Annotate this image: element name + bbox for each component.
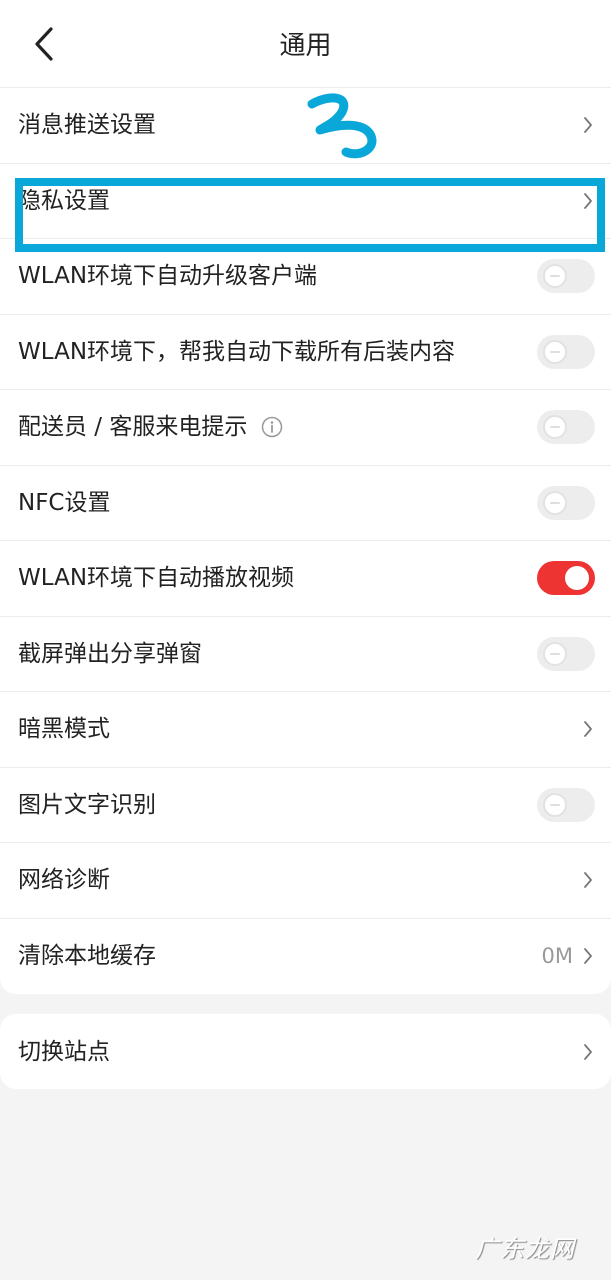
chevron-right-icon-wrap <box>581 114 595 136</box>
settings-row: WLAN环境下自动播放视频 <box>0 541 611 617</box>
settings-row-control <box>581 114 595 136</box>
settings-row: NFC设置 <box>0 466 611 541</box>
settings-row: WLAN环境下自动升级客户端 <box>0 239 611 315</box>
settings-row-control <box>537 259 595 294</box>
chevron-right-icon-wrap <box>581 869 595 891</box>
settings-row-control <box>581 1041 595 1063</box>
settings-row-control <box>537 561 595 596</box>
chevron-right-icon-wrap <box>581 718 595 740</box>
settings-row-label: WLAN环境下自动播放视频 <box>18 565 295 592</box>
toggle-switch-off[interactable] <box>537 636 595 671</box>
settings-row[interactable]: 清除本地缓存 0M <box>0 919 611 995</box>
toggle-knob <box>543 415 567 440</box>
settings-row-control: 0M <box>542 944 595 968</box>
cache-size-value: 0M <box>541 944 573 969</box>
settings-row-label: 截屏弹出分享弹窗 <box>18 640 202 667</box>
chevron-right-icon <box>584 192 592 209</box>
chevron-right-icon <box>584 721 592 738</box>
settings-row-label: 配送员 / 客服来电提示 <box>18 414 248 441</box>
toggle-switch-off[interactable] <box>537 787 595 822</box>
settings-row-control <box>581 869 595 891</box>
toggle-switch-off[interactable] <box>537 334 595 369</box>
toggle-knob <box>543 339 567 364</box>
watermark-text: 广东龙网 <box>475 1235 575 1263</box>
chevron-right-icon <box>584 117 592 134</box>
page-title: 通用 <box>279 31 332 61</box>
settings-row-control <box>537 787 595 822</box>
toggle-knob <box>543 490 567 515</box>
settings-row-label: 图片文字识别 <box>18 791 156 818</box>
settings-row[interactable]: 网络诊断 <box>0 843 611 919</box>
toggle-knob <box>543 264 567 289</box>
toggle-switch-on[interactable] <box>537 561 595 596</box>
settings-row-label: 清除本地缓存 <box>18 943 156 970</box>
settings-row: 配送员 / 客服来电提示 <box>0 390 611 466</box>
settings-row: WLAN环境下，帮我自动下载所有后装内容 <box>0 315 611 390</box>
settings-row-label: 暗黑模式 <box>18 716 110 743</box>
settings-row-control <box>537 636 595 671</box>
settings-row-control <box>537 485 595 520</box>
settings-row: 图片文字识别 <box>0 768 611 843</box>
settings-row[interactable]: 隐私设置 <box>0 164 611 239</box>
general-settings-list: 消息推送设置 隐私设置 WLAN环境下自动升级客户端 WLAN环境下，帮我自动下载所有… <box>0 88 611 994</box>
settings-row[interactable]: 切换站点 <box>0 1014 611 1089</box>
nav-header: 通用 <box>0 0 611 88</box>
toggle-knob <box>543 792 567 817</box>
toggle-switch-off[interactable] <box>537 485 595 520</box>
chevron-right-icon <box>584 948 592 965</box>
toggle-knob <box>543 641 567 666</box>
settings-row-label: 网络诊断 <box>18 867 110 894</box>
toggle-switch-off[interactable] <box>537 259 595 294</box>
toggle-switch-off[interactable] <box>537 410 595 445</box>
settings-row-label: 消息推送设置 <box>18 112 156 139</box>
toggle-knob <box>565 566 589 591</box>
settings-row-label: WLAN环境下，帮我自动下载所有后装内容 <box>18 338 456 365</box>
settings-row-control <box>537 334 595 369</box>
settings-row[interactable]: 暗黑模式 <box>0 692 611 768</box>
chevron-right-icon-wrap <box>581 190 595 212</box>
settings-row-control <box>537 410 595 445</box>
settings-row[interactable]: 消息推送设置 <box>0 88 611 164</box>
chevron-right-icon <box>584 872 592 889</box>
chevron-right-icon-wrap <box>581 945 595 967</box>
settings-row-label: 隐私设置 <box>18 187 110 214</box>
settings-row-label: NFC设置 <box>18 489 111 516</box>
settings-row-control <box>581 718 595 740</box>
settings-row-label: 切换站点 <box>18 1038 110 1065</box>
chevron-right-icon-wrap <box>581 1041 595 1063</box>
info-icon[interactable] <box>261 416 283 438</box>
settings-row: 截屏弹出分享弹窗 <box>0 617 611 692</box>
site-settings-list: 切换站点 <box>0 1014 611 1089</box>
settings-row-label: WLAN环境下自动升级客户端 <box>18 263 318 290</box>
chevron-right-icon <box>584 1043 592 1060</box>
settings-row-control <box>581 190 595 212</box>
